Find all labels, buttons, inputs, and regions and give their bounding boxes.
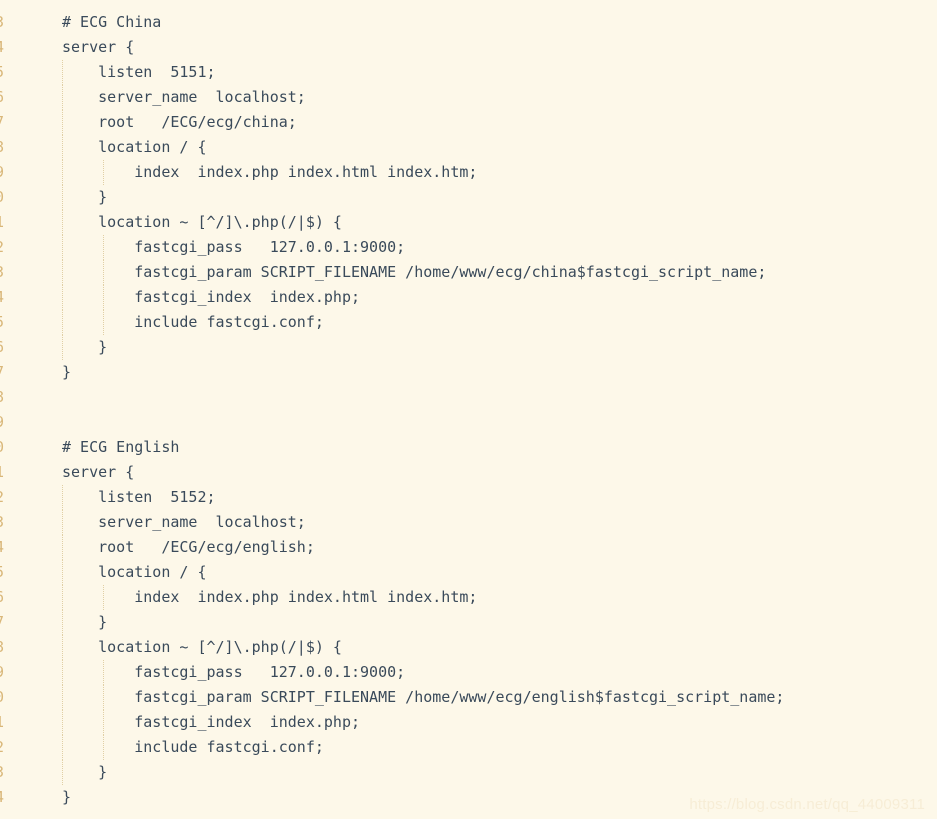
indent-guide bbox=[62, 110, 63, 135]
code-line-text: } bbox=[62, 338, 108, 356]
code-line[interactable]: index index.php index.html index.htm; bbox=[0, 160, 937, 185]
code-line[interactable]: location / { bbox=[0, 135, 937, 160]
code-line-text: listen 5152; bbox=[62, 488, 216, 506]
indent-guide bbox=[62, 685, 63, 710]
code-line-text: server { bbox=[62, 463, 135, 481]
indent-guide bbox=[62, 135, 63, 160]
indent-guide bbox=[103, 285, 104, 310]
code-line[interactable]: fastcgi_param SCRIPT_FILENAME /home/www/… bbox=[0, 260, 937, 285]
code-line[interactable]: fastcgi_pass 127.0.0.1:9000; bbox=[0, 660, 937, 685]
indent-guide bbox=[62, 585, 63, 610]
code-line[interactable]: server { bbox=[0, 35, 937, 60]
code-line[interactable]: server_name localhost; bbox=[0, 510, 937, 535]
indent-guide bbox=[103, 160, 104, 185]
code-line-text: } bbox=[62, 363, 72, 381]
watermark: https://blog.csdn.net/qq_44009311 bbox=[689, 796, 925, 813]
indent-guide bbox=[62, 710, 63, 735]
code-line[interactable]: location / { bbox=[0, 560, 937, 585]
indent-guide bbox=[62, 185, 63, 210]
indent-guide bbox=[62, 610, 63, 635]
code-line[interactable]: fastcgi_param SCRIPT_FILENAME /home/www/… bbox=[0, 685, 937, 710]
code-line-text: # ECG China bbox=[62, 13, 162, 31]
code-line[interactable]: } bbox=[0, 185, 937, 210]
indent-guide bbox=[62, 735, 63, 760]
code-line[interactable]: } bbox=[0, 335, 937, 360]
code-line-text: location / { bbox=[62, 138, 207, 156]
indent-guide bbox=[103, 710, 104, 735]
indent-guide bbox=[103, 585, 104, 610]
indent-guide bbox=[62, 660, 63, 685]
indent-guide bbox=[103, 235, 104, 260]
code-line[interactable]: fastcgi_index index.php; bbox=[0, 710, 937, 735]
code-line-text: fastcgi_index index.php; bbox=[62, 713, 361, 731]
code-line[interactable]: root /ECG/ecg/english; bbox=[0, 535, 937, 560]
code-line[interactable]: fastcgi_index index.php; bbox=[0, 285, 937, 310]
code-line[interactable]: } bbox=[0, 610, 937, 635]
indent-guide bbox=[62, 310, 63, 335]
code-line[interactable]: include fastcgi.conf; bbox=[0, 310, 937, 335]
code-line-text: index index.php index.html index.htm; bbox=[62, 163, 478, 181]
code-line-text: location ~ [^/]\.php(/|$) { bbox=[62, 638, 342, 656]
indent-guide bbox=[62, 535, 63, 560]
code-line-text: } bbox=[62, 788, 72, 806]
code-line-text: server_name localhost; bbox=[62, 88, 306, 106]
code-line[interactable]: server_name localhost; bbox=[0, 85, 937, 110]
code-line-text: } bbox=[62, 188, 108, 206]
code-content-area[interactable]: # ECG China server { listen 5151; server_… bbox=[0, 10, 937, 810]
code-line[interactable]: location ~ [^/]\.php(/|$) { bbox=[0, 210, 937, 235]
code-line-text: location ~ [^/]\.php(/|$) { bbox=[62, 213, 342, 231]
indent-guide bbox=[62, 60, 63, 85]
code-line[interactable]: location ~ [^/]\.php(/|$) { bbox=[0, 635, 937, 660]
code-line[interactable]: include fastcgi.conf; bbox=[0, 735, 937, 760]
code-line-text: listen 5151; bbox=[62, 63, 216, 81]
code-line[interactable]: server { bbox=[0, 460, 937, 485]
code-line[interactable]: } bbox=[0, 360, 937, 385]
code-line[interactable]: listen 5151; bbox=[0, 60, 937, 85]
code-line[interactable]: } bbox=[0, 760, 937, 785]
indent-guide bbox=[62, 760, 63, 785]
indent-guide bbox=[103, 735, 104, 760]
code-line[interactable] bbox=[0, 385, 937, 410]
code-line[interactable]: root /ECG/ecg/china; bbox=[0, 110, 937, 135]
code-line-text: } bbox=[62, 613, 108, 631]
code-line[interactable]: # ECG English bbox=[0, 435, 937, 460]
code-line[interactable]: index index.php index.html index.htm; bbox=[0, 585, 937, 610]
code-line-text: fastcgi_param SCRIPT_FILENAME /home/www/… bbox=[62, 688, 785, 706]
indent-guide bbox=[103, 260, 104, 285]
code-line-text: root /ECG/ecg/english; bbox=[62, 538, 315, 556]
code-line[interactable] bbox=[0, 410, 937, 435]
code-line-text: server { bbox=[62, 38, 135, 56]
indent-guide bbox=[62, 260, 63, 285]
code-line-text: root /ECG/ecg/china; bbox=[62, 113, 297, 131]
indent-guide bbox=[103, 310, 104, 335]
code-line-text: fastcgi_index index.php; bbox=[62, 288, 361, 306]
code-line-text: fastcgi_pass 127.0.0.1:9000; bbox=[62, 238, 406, 256]
code-line[interactable]: fastcgi_pass 127.0.0.1:9000; bbox=[0, 235, 937, 260]
indent-guide bbox=[62, 285, 63, 310]
code-line-text: include fastcgi.conf; bbox=[62, 313, 324, 331]
code-line-text: index index.php index.html index.htm; bbox=[62, 588, 478, 606]
code-line-text: fastcgi_param SCRIPT_FILENAME /home/www/… bbox=[62, 263, 767, 281]
code-line[interactable]: # ECG China bbox=[0, 10, 937, 35]
indent-guide bbox=[62, 510, 63, 535]
indent-guide bbox=[103, 660, 104, 685]
code-line[interactable]: listen 5152; bbox=[0, 485, 937, 510]
code-line-text: } bbox=[62, 763, 108, 781]
indent-guide bbox=[62, 635, 63, 660]
code-line-text: location / { bbox=[62, 563, 207, 581]
code-line-text: include fastcgi.conf; bbox=[62, 738, 324, 756]
indent-guide bbox=[62, 210, 63, 235]
code-line-text: server_name localhost; bbox=[62, 513, 306, 531]
indent-guide bbox=[62, 235, 63, 260]
indent-guide bbox=[62, 160, 63, 185]
code-editor[interactable]: 34567890123456789012345678901234 # ECG C… bbox=[0, 0, 937, 819]
indent-guide bbox=[62, 85, 63, 110]
code-line-text: # ECG English bbox=[62, 438, 180, 456]
indent-guide bbox=[103, 685, 104, 710]
indent-guide bbox=[62, 485, 63, 510]
indent-guide bbox=[62, 335, 63, 360]
code-line-text: fastcgi_pass 127.0.0.1:9000; bbox=[62, 663, 406, 681]
indent-guide bbox=[62, 560, 63, 585]
